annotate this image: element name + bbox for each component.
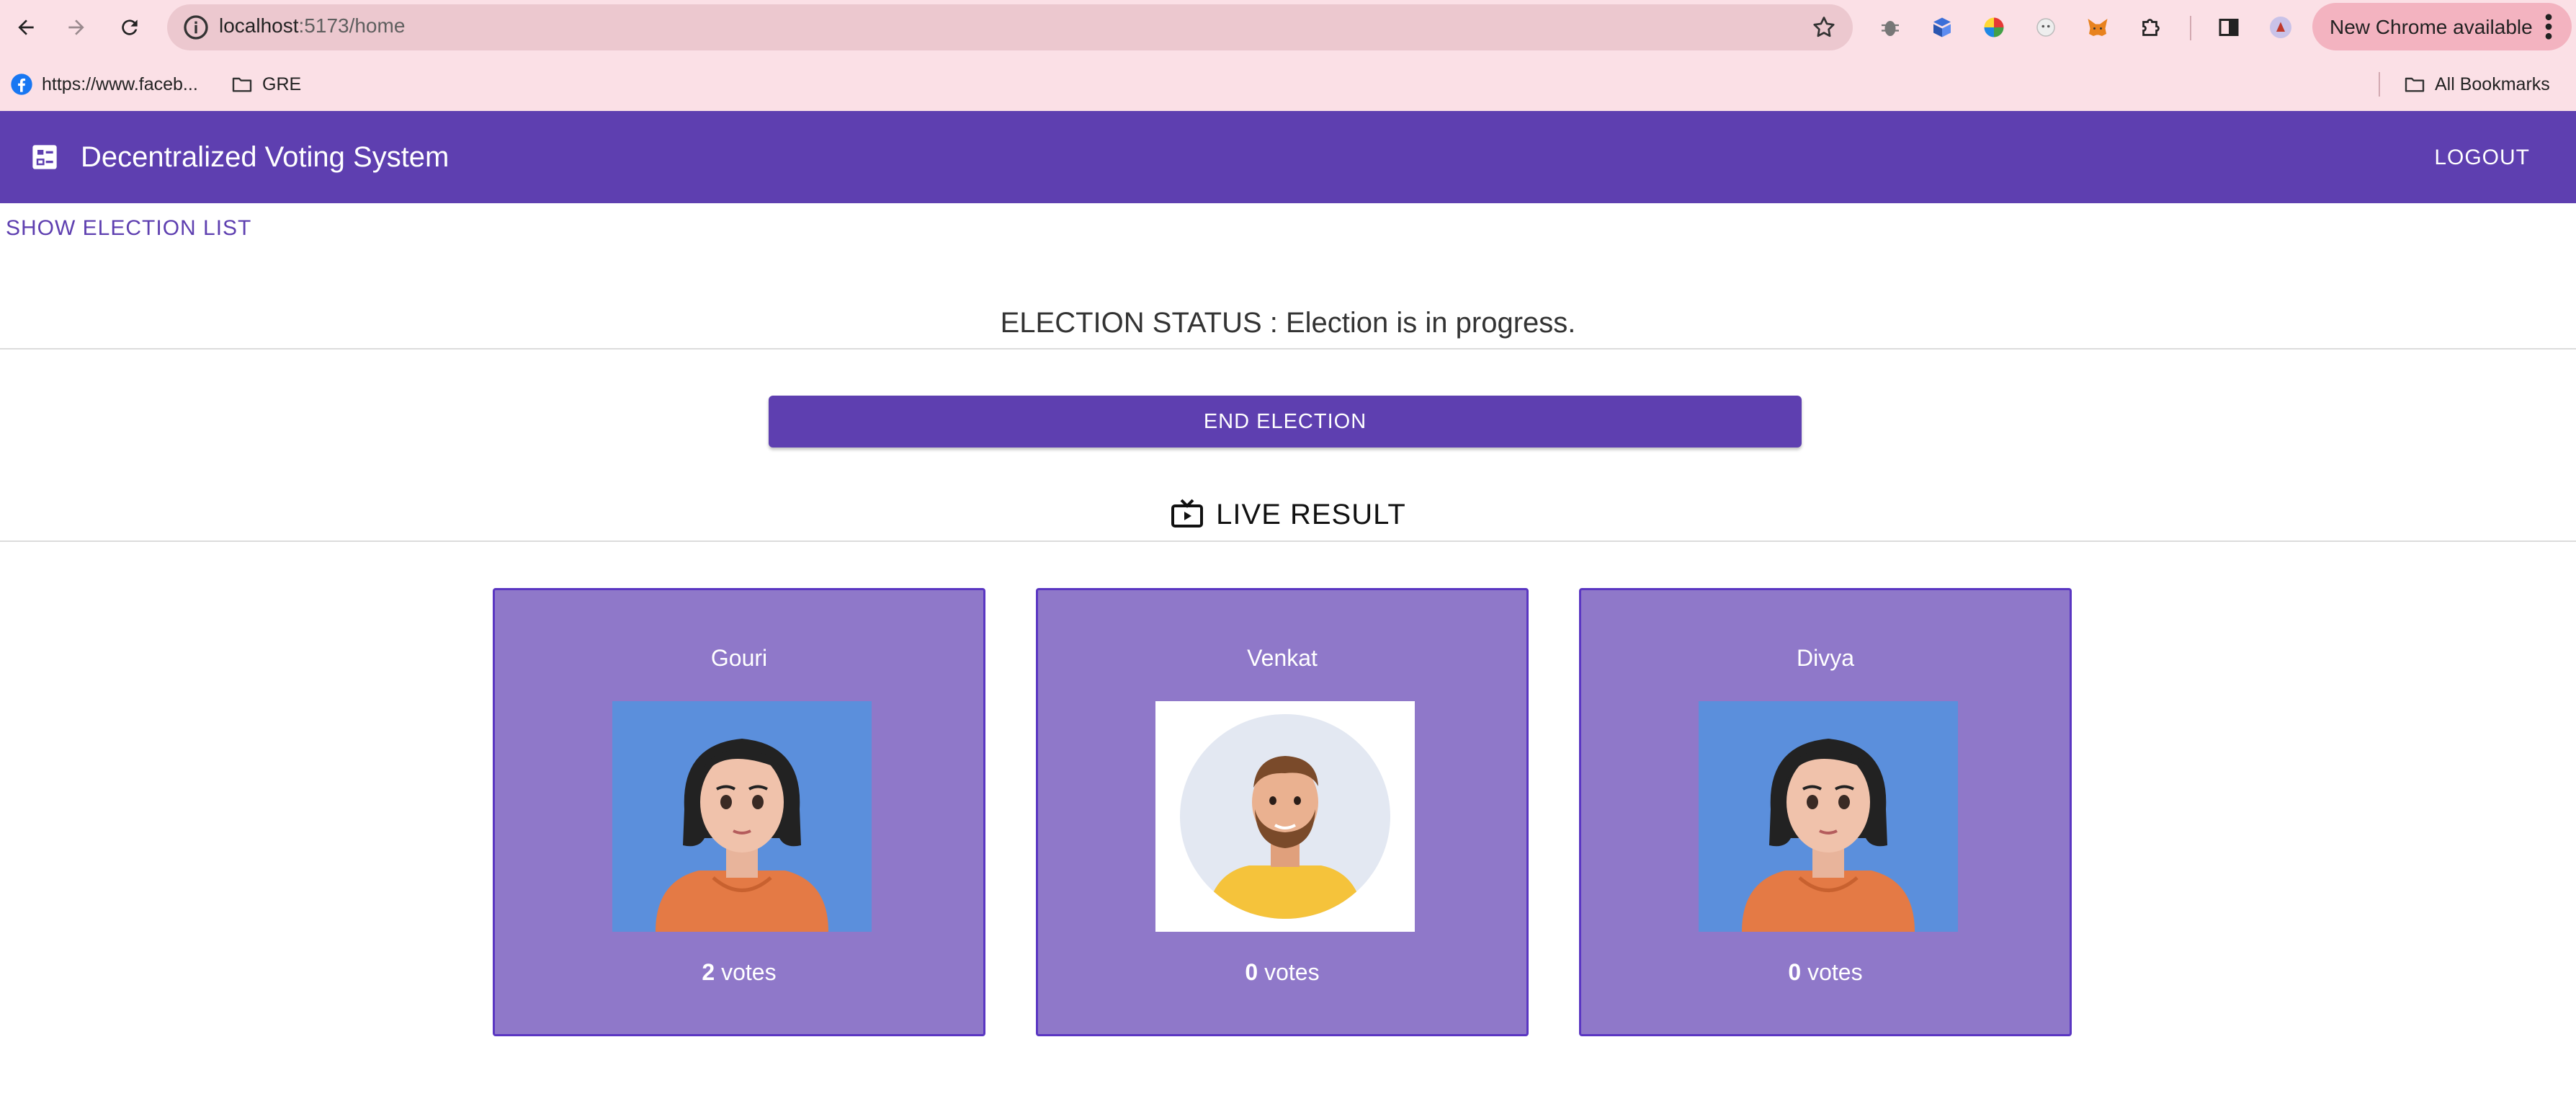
bug-icon	[1882, 21, 1899, 36]
site-info-icon[interactable]	[182, 13, 210, 42]
app-bar: Decentralized Voting System LOGOUT	[0, 111, 2576, 203]
vote-count: 0	[1245, 959, 1258, 985]
candidate-card: Divya 0 votes	[1579, 588, 2072, 1036]
female-avatar	[612, 701, 872, 932]
all-bookmarks-button[interactable]: All Bookmarks	[2403, 61, 2550, 108]
extension-cube-button[interactable]	[1926, 12, 1958, 43]
show-election-list-link[interactable]: SHOW ELECTION LIST	[6, 216, 251, 241]
arrow-left-icon	[18, 19, 34, 35]
bookmark-folder-gre[interactable]: GRE	[231, 61, 301, 108]
arrow-right-icon	[68, 19, 84, 35]
facebook-icon	[11, 74, 32, 95]
reload-button[interactable]	[112, 10, 147, 45]
app-title: Decentralized Voting System	[81, 141, 450, 173]
url-text: localhost:5173/home	[219, 14, 405, 37]
votes-suffix: votes	[1258, 959, 1320, 985]
logout-button[interactable]: LOGOUT	[2434, 146, 2530, 170]
back-button[interactable]	[9, 10, 43, 45]
candidate-card: Gouri 2 votes	[493, 588, 985, 1036]
candidate-name: Divya	[1796, 645, 1854, 671]
votes-suffix: votes	[1801, 959, 1863, 985]
election-status: ELECTION STATUS : Election is in progres…	[1000, 307, 1576, 339]
vote-count: 0	[1788, 959, 1802, 985]
candidate-votes: 0 votes	[1038, 959, 1526, 986]
bookmarks-separator	[2379, 72, 2380, 97]
forward-button[interactable]	[59, 10, 94, 45]
fox-icon	[2088, 19, 2108, 36]
browser-chrome: localhost:5173/home New Chrome available…	[0, 0, 2576, 111]
profile-avatar-icon	[2270, 17, 2291, 38]
extension-ghost-button[interactable]	[2030, 12, 2062, 43]
bookmark-star-icon[interactable]	[1811, 14, 1837, 40]
live-result-title: LIVE RESULT	[1216, 498, 1406, 530]
male-avatar	[1155, 701, 1415, 932]
profile-button[interactable]	[2265, 12, 2297, 43]
candidate-votes: 2 votes	[495, 959, 983, 986]
candidate-card: Venkat 0 votes	[1036, 588, 1529, 1036]
live-result-heading: LIVE RESULT	[0, 497, 2576, 532]
all-bookmarks-label: All Bookmarks	[2435, 74, 2550, 94]
female-avatar	[1699, 701, 1958, 932]
extension-color-button[interactable]	[1978, 12, 2010, 43]
extensions-button[interactable]	[2135, 12, 2167, 43]
folder-icon	[232, 77, 252, 92]
color-wheel-icon	[1984, 17, 2004, 37]
ghost-icon	[2036, 18, 2055, 37]
folder-icon	[2405, 77, 2425, 92]
candidate-photo	[1699, 701, 1958, 932]
candidate-photo	[612, 701, 872, 932]
address-bar[interactable]: localhost:5173/home	[167, 4, 1853, 50]
bookmark-label: https://www.faceb...	[42, 74, 198, 94]
candidate-name: Venkat	[1247, 645, 1318, 671]
browser-toolbar: localhost:5173/home New Chrome available	[0, 0, 2576, 55]
reload-icon	[122, 19, 138, 35]
new-chrome-available-button[interactable]: New Chrome available	[2312, 3, 2572, 50]
more-vert-icon	[2545, 14, 2552, 40]
puzzle-icon	[2142, 19, 2160, 36]
votes-suffix: votes	[715, 959, 777, 985]
live-result-divider	[0, 540, 2576, 542]
status-divider	[0, 348, 2576, 350]
ballot-icon	[32, 145, 57, 169]
candidate-photo	[1155, 701, 1415, 932]
live-tv-icon	[1171, 499, 1204, 527]
extension-bug-button[interactable]	[1874, 12, 1906, 43]
extension-metamask-button[interactable]	[2082, 12, 2114, 43]
vote-count: 2	[702, 959, 715, 985]
cube-icon	[1933, 17, 1951, 37]
toolbar-separator	[2190, 16, 2191, 40]
candidate-name: Gouri	[710, 645, 768, 671]
end-election-button[interactable]: END ELECTION	[769, 396, 1802, 448]
side-panel-icon	[2219, 19, 2239, 36]
bookmark-facebook[interactable]: https://www.faceb...	[10, 61, 198, 108]
url-host: localhost	[219, 14, 299, 37]
candidate-votes: 0 votes	[1581, 959, 2070, 986]
bookmark-label: GRE	[262, 74, 302, 94]
bookmarks-bar: https://www.faceb... GRE All Bookmarks	[0, 61, 2576, 108]
side-panel-button[interactable]	[2213, 12, 2245, 43]
url-path: :5173/home	[298, 14, 406, 37]
new-chrome-label: New Chrome available	[2330, 16, 2533, 38]
